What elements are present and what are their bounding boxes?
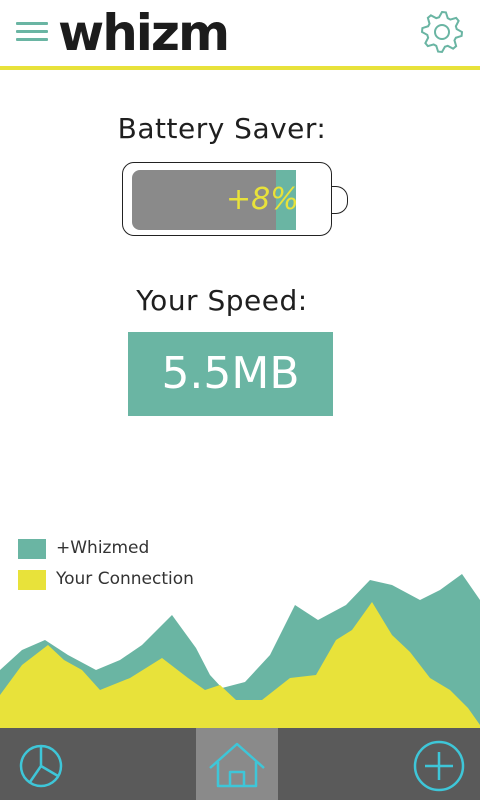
battery-cap [332,186,348,214]
legend-label-whizmed: +Whizmed [56,538,150,558]
battery-boost-label: +8% [226,182,299,217]
gear-icon [420,10,464,54]
settings-button[interactable] [416,8,468,56]
speed-title: Your Speed: [136,284,308,317]
app-header: whizm [0,0,480,66]
plus-circle-icon [413,740,465,792]
app-logo: whizm [58,4,230,62]
nav-add-button[interactable] [398,728,480,800]
nav-home-button[interactable] [196,728,278,800]
battery-saver-title: Battery Saver: [117,112,327,145]
bottom-nav [0,728,480,800]
home-icon [209,742,265,788]
speed-area-chart [0,574,480,728]
header-divider [0,66,480,70]
menu-button[interactable] [16,20,50,42]
legend-swatch-whizmed [18,539,46,559]
pie-chart-icon [19,744,63,788]
speed-value: 5.5MB [128,332,333,416]
nav-stats-button[interactable] [0,728,82,800]
